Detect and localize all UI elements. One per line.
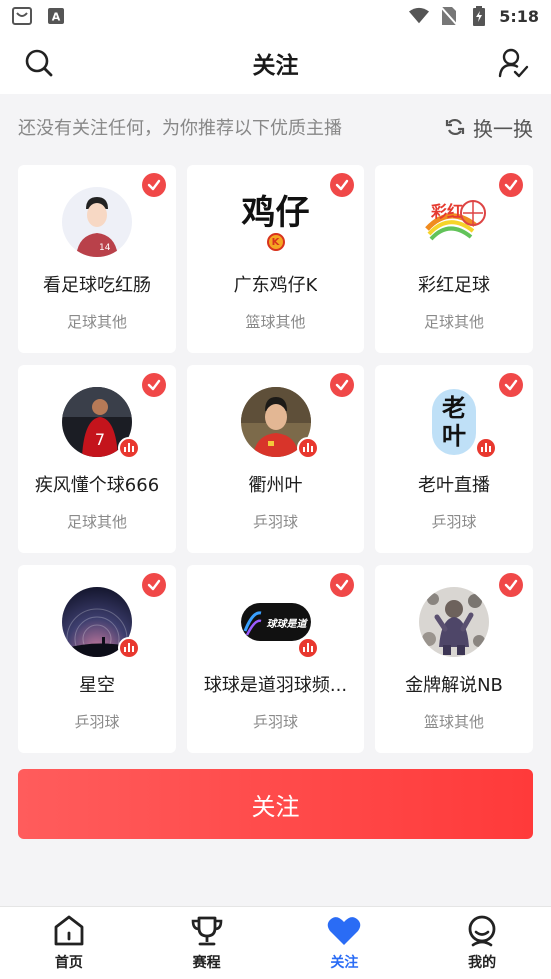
streamer-card[interactable]: 老叶 老叶直播 乒羽球 (375, 365, 533, 553)
nav-item-profile[interactable]: 我的 (442, 914, 522, 972)
streamer-card[interactable]: 鸡仔 K 广东鸡仔K 篮球其他 (187, 165, 364, 353)
nav-label: 首页 (54, 955, 83, 971)
header: 关注 (0, 32, 551, 94)
wifi-icon (409, 6, 430, 26)
follow-button[interactable]: 关注 (18, 769, 533, 839)
status-bar: A 5:18 (0, 0, 551, 32)
live-badge-icon (118, 637, 140, 659)
streamer-category: 足球其他 (423, 313, 484, 331)
nav-label: 我的 (468, 955, 497, 971)
user-check-button[interactable] (495, 44, 533, 82)
svg-text:14: 14 (99, 243, 111, 253)
live-badge-icon (296, 637, 319, 659)
streamer-card[interactable]: 金牌解说NB 篮球其他 (375, 565, 533, 753)
avatar: 彩红 (419, 187, 489, 257)
nav-label: 赛程 (192, 955, 221, 971)
streamer-name: 金牌解说NB (405, 675, 503, 696)
streamer-category: 篮球其他 (245, 313, 306, 331)
status-time: 5:18 (499, 6, 539, 26)
streamer-card[interactable]: 彩红 彩红足球 足球其他 (375, 165, 533, 353)
streamer-category: 乒羽球 (252, 713, 298, 731)
recommend-text: 还没有关注任何，为你推荐以下优质主播 (18, 118, 342, 139)
streamer-card[interactable]: 衢州叶 乒羽球 (187, 365, 364, 553)
check-icon[interactable] (499, 573, 523, 597)
page-title: 关注 (252, 53, 299, 79)
search-icon (25, 49, 53, 77)
streamer-card[interactable]: 14 看足球吃红肠 足球其他 (18, 165, 176, 353)
streamer-name: 广东鸡仔K (233, 275, 318, 296)
nav-item-home[interactable]: 首页 (29, 914, 109, 972)
bottom-nav: 首页 赛程 关注 我的 (0, 906, 551, 979)
streamer-name: 看足球吃红肠 (43, 275, 151, 296)
avatar: 鸡仔 K (231, 187, 321, 257)
check-icon[interactable] (330, 173, 354, 197)
nav-item-schedule[interactable]: 赛程 (167, 914, 247, 972)
streamer-grid: 14 看足球吃红肠 足球其他 鸡仔 K 广东鸡仔K 篮球其他 彩红 彩红足球 足… (18, 165, 534, 753)
heart-icon (328, 917, 361, 945)
live-badge-icon (475, 437, 497, 459)
trophy-icon (191, 916, 222, 946)
home-icon (54, 915, 84, 946)
streamer-category: 篮球其他 (423, 713, 484, 731)
user-check-icon (498, 48, 529, 78)
search-button[interactable] (20, 44, 58, 82)
refresh-button[interactable]: 换一换 (445, 113, 533, 142)
streamer-card[interactable]: 球球是道 球球是道羽球频... 乒羽球 (187, 565, 364, 753)
check-icon[interactable] (499, 173, 523, 197)
profile-icon (468, 915, 496, 947)
check-icon[interactable] (499, 373, 523, 397)
avatar (419, 587, 489, 657)
streamer-category: 足球其他 (66, 313, 127, 331)
streamer-name: 彩红足球 (418, 275, 490, 296)
nav-label: 关注 (330, 955, 359, 971)
avatar-logo-text: 鸡仔 (241, 193, 310, 233)
nav-item-follow[interactable]: 关注 (304, 914, 384, 972)
avatar: 14 (62, 187, 132, 257)
svg-text:7: 7 (95, 430, 105, 449)
check-icon[interactable] (330, 373, 354, 397)
keyboard-a-icon: A (46, 6, 66, 26)
streamer-category: 乒羽球 (431, 513, 477, 531)
follow-button-label: 关注 (251, 792, 300, 821)
avatar-logo-text: 老叶 (442, 394, 466, 450)
avatar-logo-badge: K (266, 233, 285, 251)
svg-text:彩红: 彩红 (430, 202, 463, 221)
live-badge-icon (296, 437, 319, 459)
streamer-category: 足球其他 (66, 513, 127, 531)
check-icon[interactable] (142, 373, 166, 397)
streamer-category: 乒羽球 (74, 713, 120, 731)
streamer-name: 球球是道羽球频... (203, 675, 348, 696)
streamer-card[interactable]: 7 疾风懂个球666 足球其他 (18, 365, 176, 553)
notification-icon (12, 6, 32, 26)
avatar-logo-text: 球球是道 (266, 618, 307, 630)
live-badge-icon (118, 437, 140, 459)
streamer-name: 疾风懂个球666 (34, 475, 160, 496)
refresh-icon (445, 118, 465, 136)
battery-icon (469, 6, 489, 26)
refresh-label: 换一换 (473, 116, 533, 141)
no-sim-icon (439, 6, 459, 26)
streamer-card[interactable]: 星空 乒羽球 (18, 565, 176, 753)
recommend-bar: 还没有关注任何，为你推荐以下优质主播 换一换 (0, 94, 551, 160)
svg-text:A: A (52, 11, 61, 24)
streamer-name: 老叶直播 (418, 475, 490, 496)
check-icon[interactable] (330, 573, 354, 597)
streamer-name: 衢州叶 (248, 475, 303, 496)
streamer-category: 乒羽球 (252, 513, 298, 531)
check-icon[interactable] (142, 573, 166, 597)
check-icon[interactable] (142, 173, 166, 197)
streamer-name: 星空 (79, 675, 115, 696)
